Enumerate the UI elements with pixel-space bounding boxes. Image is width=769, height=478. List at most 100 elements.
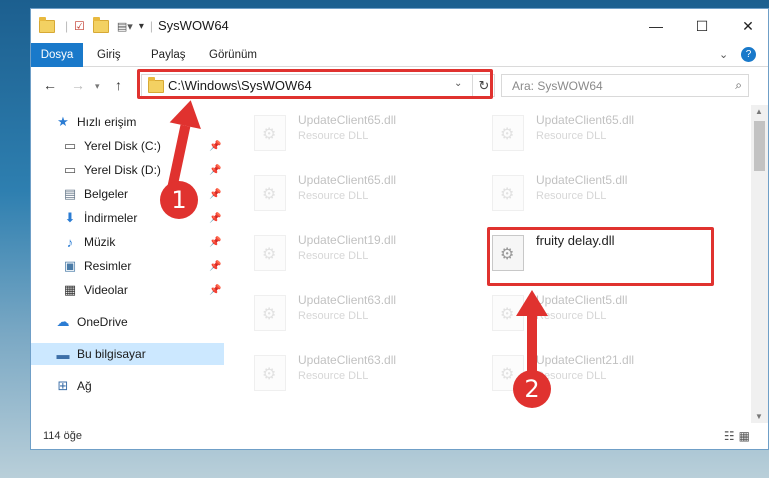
navigation-pane: ★ Hızlı erişim ▭ Yerel Disk (C:) 📌 ▭ Yer… (31, 105, 226, 415)
tab-home[interactable]: Giriş (97, 43, 121, 67)
sidebar-item-label: Müzik (84, 235, 116, 249)
view-toggle[interactable]: ☷▦ (724, 429, 754, 443)
scroll-up-icon[interactable]: ▲ (755, 107, 763, 116)
sidebar-item-label: Bu bilgisayar (77, 347, 146, 361)
maximize-button[interactable]: ☐ (679, 9, 725, 43)
music-icon: ♪ (66, 234, 74, 250)
sidebar-item-drive-d[interactable]: ▭ Yerel Disk (D:) 📌 (31, 159, 224, 181)
tiles-view-icon[interactable]: ▦ (739, 429, 754, 443)
computer-icon: ▬ (56, 346, 70, 362)
file-item[interactable]: UpdateClient65.dll Resource DLL (484, 109, 709, 157)
file-name: UpdateClient63.dll (298, 293, 397, 307)
file-type: Resource DLL (298, 310, 369, 322)
file-item[interactable]: UpdateClient63.dll Resource DLL (246, 289, 471, 337)
pin-icon[interactable]: 📌 (209, 141, 221, 152)
sidebar-item-downloads[interactable]: ⬇ İndirmeler 📌 (31, 207, 224, 229)
back-icon[interactable]: ← (43, 77, 57, 93)
pin-icon[interactable]: 📌 (209, 237, 221, 248)
sidebar-item-label: Yerel Disk (C:) (84, 139, 161, 153)
vertical-scrollbar[interactable]: ▲ ▼ (751, 105, 768, 423)
file-type: Resource DLL (298, 190, 369, 202)
sidebar-item-music[interactable]: ♪ Müzik 📌 (31, 231, 224, 253)
up-icon[interactable]: ↑ (115, 77, 122, 93)
drive-icon: ▭ (63, 162, 77, 177)
sidebar-item-label: OneDrive (77, 315, 128, 329)
help-icon[interactable]: ? (741, 47, 756, 62)
status-bar: 114 öğe ☷▦ (31, 423, 768, 449)
ribbon-tabs: Dosya Giriş Paylaş Görünüm ⌄ ? (31, 43, 768, 67)
pin-icon[interactable]: 📌 (209, 261, 221, 272)
customize-icon[interactable]: ▤▾ (117, 20, 133, 33)
folder-icon (39, 16, 55, 33)
sidebar-item-drive-c[interactable]: ▭ Yerel Disk (C:) 📌 (31, 135, 224, 157)
dll-file-icon (254, 355, 286, 391)
forward-icon[interactable]: → (71, 77, 85, 93)
item-count: 114 öğe (43, 430, 82, 442)
new-folder-icon[interactable] (92, 16, 109, 33)
download-icon: ⬇ (64, 210, 76, 225)
file-name: UpdateClient5.dll (536, 293, 628, 307)
file-item[interactable]: UpdateClient65.dll Resource DLL (246, 169, 471, 217)
file-type: Resource DLL (536, 130, 607, 142)
pin-icon[interactable]: 📌 (209, 285, 221, 296)
arrow-2-head (516, 290, 548, 316)
step-1-badge: 1 (160, 181, 198, 219)
title-bar: | ☑ ▤▾ ▾ | SysWOW64 — ☐ ✕ (31, 9, 768, 43)
file-type: Resource DLL (298, 130, 369, 142)
sidebar-item-label: Belgeler (84, 187, 129, 201)
sidebar-item-label: Ağ (77, 379, 92, 393)
sidebar-item-label: Yerel Disk (D:) (84, 163, 161, 177)
file-highlight-box (487, 227, 714, 286)
sidebar-item-onedrive[interactable]: ☁ OneDrive (31, 311, 224, 333)
close-button[interactable]: ✕ (725, 9, 769, 43)
dll-file-icon (492, 115, 524, 151)
details-view-icon[interactable]: ☷ (724, 429, 739, 443)
address-highlight-box (137, 69, 493, 99)
sidebar-item-label: Hızlı erişim (77, 115, 137, 129)
file-item[interactable]: UpdateClient19.dll Resource DLL (246, 229, 471, 277)
file-item[interactable]: UpdateClient65.dll Resource DLL (246, 109, 471, 157)
dll-file-icon (254, 295, 286, 331)
dll-file-icon (254, 175, 286, 211)
properties-icon[interactable]: ☑ (74, 19, 85, 33)
scrollbar-thumb[interactable] (754, 121, 765, 171)
drive-icon: ▭ (63, 138, 77, 153)
file-type: Resource DLL (298, 250, 369, 262)
recent-locations-icon[interactable]: ▾ (95, 81, 100, 92)
file-item[interactable]: UpdateClient63.dll Resource DLL (246, 349, 471, 397)
sidebar-item-label: Resimler (84, 259, 132, 273)
video-icon: ▦ (63, 282, 77, 297)
file-type: Resource DLL (298, 370, 369, 382)
sidebar-item-videos[interactable]: ▦ Videolar 📌 (31, 279, 224, 301)
search-icon: ⌕ (735, 78, 742, 92)
network-icon: ⊞ (57, 378, 69, 393)
dropdown-icon[interactable]: ▾ (139, 21, 144, 32)
tab-file[interactable]: Dosya (31, 43, 83, 67)
tab-share[interactable]: Paylaş (151, 43, 186, 67)
file-name: UpdateClient65.dll (298, 113, 397, 127)
file-name: UpdateClient63.dll (298, 353, 397, 367)
sidebar-item-label: İndirmeler (84, 211, 138, 225)
sidebar-item-this-pc[interactable]: ▬ Bu bilgisayar (31, 343, 224, 365)
file-name: UpdateClient19.dll (298, 233, 397, 247)
scroll-down-icon[interactable]: ▼ (755, 412, 763, 421)
search-input[interactable]: Ara: SysWOW64 ⌕ (501, 74, 749, 97)
file-type: Resource DLL (536, 190, 607, 202)
pin-icon[interactable]: 📌 (209, 213, 221, 224)
file-name: UpdateClient21.dll (536, 353, 635, 367)
minimize-button[interactable]: — (633, 9, 679, 43)
sidebar-item-network[interactable]: ⊞ Ağ (31, 375, 224, 397)
pin-icon[interactable]: 📌 (209, 165, 221, 176)
sidebar-item-pictures[interactable]: ▣ Resimler 📌 (31, 255, 224, 277)
file-name: UpdateClient65.dll (298, 173, 397, 187)
file-name: UpdateClient65.dll (536, 113, 635, 127)
tab-view[interactable]: Görünüm (209, 43, 257, 67)
file-item[interactable]: UpdateClient5.dll Resource DLL (484, 169, 709, 217)
arrow-2-shaft (527, 314, 537, 372)
file-name: UpdateClient5.dll (536, 173, 628, 187)
document-icon: ▤ (63, 186, 77, 201)
dll-file-icon (492, 175, 524, 211)
chevron-down-icon[interactable]: ⌄ (719, 48, 728, 61)
star-icon: ★ (57, 114, 69, 129)
pin-icon[interactable]: 📌 (209, 189, 221, 200)
